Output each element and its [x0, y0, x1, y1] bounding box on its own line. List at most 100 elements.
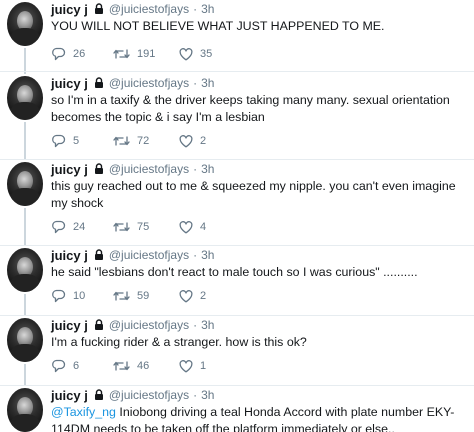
- avatar[interactable]: [7, 248, 43, 292]
- timestamp[interactable]: 3h: [201, 318, 214, 332]
- reply-count: 10: [73, 290, 86, 302]
- tweet-actions: 26 191 35: [51, 46, 239, 62]
- reply-icon: [52, 134, 66, 148]
- avatar[interactable]: [7, 2, 43, 46]
- lock-icon: [94, 163, 103, 174]
- lock-icon: [94, 319, 103, 330]
- separator-dot: ·: [193, 76, 198, 90]
- separator-dot: ·: [193, 2, 198, 16]
- author-handle[interactable]: @juiciestofjays: [109, 2, 189, 16]
- reply-icon: [52, 47, 66, 61]
- reply-icon: [52, 359, 66, 373]
- heart-icon: [179, 220, 193, 233]
- timestamp[interactable]: 3h: [201, 2, 214, 16]
- retweet-count: 72: [137, 135, 150, 147]
- retweet-button[interactable]: 191: [113, 48, 179, 60]
- tweet-header: juicy j @juiciestofjays · 3h: [51, 161, 214, 177]
- lock-icon: [94, 3, 103, 14]
- author-name[interactable]: juicy j: [51, 318, 88, 333]
- tweet[interactable]: juicy j @juiciestofjays · 3h YOU WILL NO…: [0, 0, 474, 72]
- timestamp[interactable]: 3h: [201, 248, 214, 262]
- like-count: 2: [200, 290, 207, 302]
- mention-link[interactable]: @Taxify_ng: [51, 405, 116, 419]
- retweet-icon: [113, 291, 130, 301]
- reply-count: 26: [73, 48, 86, 60]
- heart-icon: [179, 289, 193, 302]
- tweet-actions: 6 46 1: [51, 358, 239, 374]
- author-name[interactable]: juicy j: [51, 162, 88, 177]
- separator-dot: ·: [193, 388, 198, 402]
- avatar[interactable]: [7, 76, 43, 120]
- tweet[interactable]: juicy j @juiciestofjays · 3h @Taxify_ng …: [0, 386, 474, 432]
- like-button[interactable]: 1: [179, 359, 239, 373]
- like-button[interactable]: 35: [179, 47, 239, 61]
- like-count: 35: [200, 48, 213, 60]
- avatar[interactable]: [7, 162, 43, 206]
- author-name[interactable]: juicy j: [51, 388, 88, 403]
- reply-button[interactable]: 10: [51, 289, 113, 303]
- author-handle[interactable]: @juiciestofjays: [109, 318, 189, 332]
- reply-button[interactable]: 26: [51, 47, 113, 61]
- retweet-icon: [113, 361, 130, 371]
- tweet-header: juicy j @juiciestofjays · 3h: [51, 75, 214, 91]
- separator-dot: ·: [193, 248, 198, 262]
- retweet-icon: [113, 136, 130, 146]
- tweet-text: this guy reached out to me & squeezed my…: [51, 179, 456, 210]
- author-handle[interactable]: @juiciestofjays: [109, 162, 189, 176]
- retweet-button[interactable]: 75: [113, 221, 179, 233]
- tweet-actions: 24 75 4: [51, 219, 239, 235]
- lock-icon: [94, 249, 103, 260]
- heart-icon: [179, 359, 193, 372]
- lock-icon: [94, 389, 103, 400]
- reply-count: 6: [73, 360, 80, 372]
- retweet-count: 59: [137, 290, 150, 302]
- retweet-icon: [113, 49, 130, 59]
- tweet[interactable]: juicy j @juiciestofjays · 3h this guy re…: [0, 160, 474, 246]
- timestamp[interactable]: 3h: [201, 76, 214, 90]
- tweet-text: YOU WILL NOT BELIEVE WHAT JUST HAPPENED …: [51, 19, 385, 33]
- retweet-button[interactable]: 59: [113, 290, 179, 302]
- tweet-text: he said "lesbians don't react to male to…: [51, 265, 418, 279]
- author-handle[interactable]: @juiciestofjays: [109, 388, 189, 402]
- tweet[interactable]: juicy j @juiciestofjays · 3h he said "le…: [0, 246, 474, 316]
- tweet-header: juicy j @juiciestofjays · 3h: [51, 317, 214, 333]
- reply-count: 5: [73, 135, 80, 147]
- author-name[interactable]: juicy j: [51, 248, 88, 263]
- tweet-thread: juicy j @juiciestofjays · 3h YOU WILL NO…: [0, 0, 474, 432]
- like-button[interactable]: 2: [179, 289, 239, 303]
- tweet-header: juicy j @juiciestofjays · 3h: [51, 387, 214, 403]
- timestamp[interactable]: 3h: [201, 162, 214, 176]
- avatar[interactable]: [7, 388, 43, 432]
- heart-icon: [179, 47, 193, 60]
- tweet-actions: 5 72 2: [51, 133, 239, 149]
- tweet[interactable]: juicy j @juiciestofjays · 3h so I'm in a…: [0, 74, 474, 160]
- tweet-text: so I'm in a taxify & the driver keeps ta…: [51, 93, 450, 124]
- tweet-header: juicy j @juiciestofjays · 3h: [51, 247, 214, 263]
- lock-icon: [94, 77, 103, 88]
- reply-button[interactable]: 5: [51, 134, 113, 148]
- tweet[interactable]: juicy j @juiciestofjays · 3h I'm a fucki…: [0, 316, 474, 386]
- author-name[interactable]: juicy j: [51, 76, 88, 91]
- separator-dot: ·: [193, 318, 198, 332]
- like-button[interactable]: 4: [179, 220, 239, 234]
- separator-dot: ·: [193, 162, 198, 176]
- reply-button[interactable]: 24: [51, 220, 113, 234]
- retweet-button[interactable]: 72: [113, 135, 179, 147]
- like-count: 1: [200, 360, 207, 372]
- like-button[interactable]: 2: [179, 134, 239, 148]
- reply-icon: [52, 289, 66, 303]
- author-handle[interactable]: @juiciestofjays: [109, 248, 189, 262]
- like-count: 2: [200, 135, 207, 147]
- author-name[interactable]: juicy j: [51, 2, 88, 17]
- retweet-count: 75: [137, 221, 150, 233]
- retweet-count: 46: [137, 360, 150, 372]
- retweet-icon: [113, 222, 130, 232]
- retweet-button[interactable]: 46: [113, 360, 179, 372]
- avatar[interactable]: [7, 318, 43, 362]
- tweet-actions: 10 59 2: [51, 288, 239, 304]
- reply-button[interactable]: 6: [51, 359, 113, 373]
- tweet-header: juicy j @juiciestofjays · 3h: [51, 1, 214, 17]
- author-handle[interactable]: @juiciestofjays: [109, 76, 189, 90]
- tweet-text: I'm a fucking rider & a stranger. how is…: [51, 335, 307, 349]
- timestamp[interactable]: 3h: [201, 388, 214, 402]
